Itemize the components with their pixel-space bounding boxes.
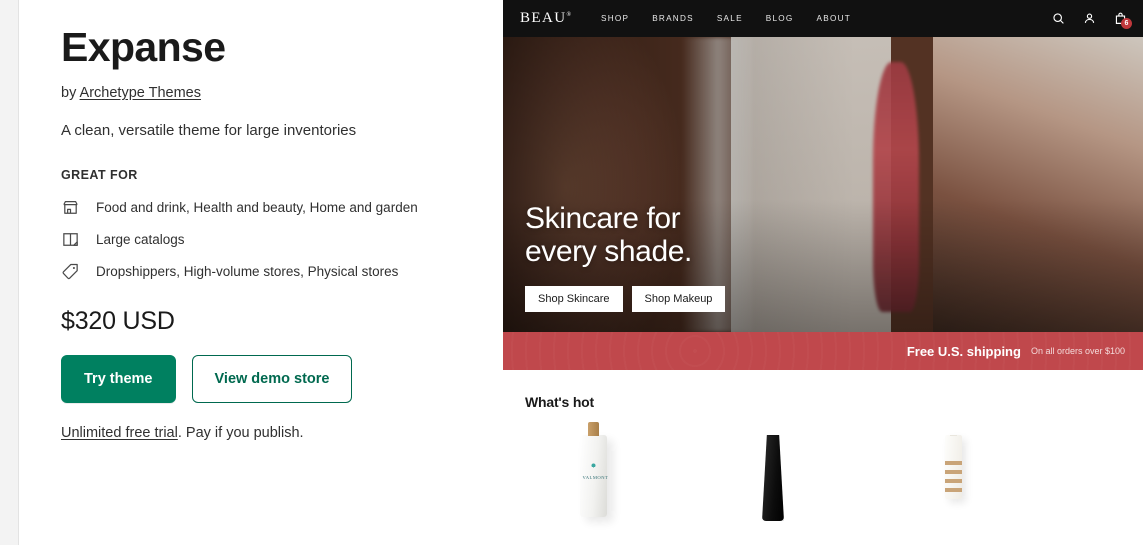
cart-count-badge: 6 [1121, 18, 1132, 29]
page-title: Expanse [61, 24, 226, 70]
hero-button-group: Shop Skincare Shop Makeup [525, 286, 726, 312]
store-hero-image: Skincare for every shade. Shop Skincare … [503, 37, 1143, 332]
shop-makeup-button[interactable]: Shop Makeup [631, 286, 726, 312]
product-brand-label: VALMONT [582, 475, 609, 480]
black-spray-bottle [762, 435, 784, 521]
cta-button-group: Try theme View demo store [61, 355, 461, 404]
whats-hot-title: What's hot [525, 394, 594, 410]
valmont-bottle: VALMONT [579, 422, 609, 517]
product-grid: VALMONT [503, 422, 1143, 521]
shipping-banner-title: Free U.S. shipping [906, 343, 1021, 359]
list-item-label: Large catalogs [96, 232, 185, 248]
tag-icon [61, 262, 80, 281]
theme-byline: by Archetype Themes [61, 85, 461, 101]
trial-note-rest: . Pay if you publish. [177, 425, 304, 442]
try-theme-button[interactable]: Try theme [61, 355, 176, 404]
cart-icon[interactable]: 6 [1114, 12, 1132, 29]
list-item-label: Dropshippers, High-volume stores, Physic… [96, 264, 399, 280]
store-nav-icons: 6 [1052, 12, 1132, 29]
search-icon[interactable] [1052, 12, 1065, 25]
whats-hot-section: What's hot VALMONT [503, 370, 1143, 545]
nav-link-shop[interactable]: SHOP [601, 14, 629, 23]
nav-link-sale[interactable]: SALE [717, 14, 743, 23]
great-for-label: GREAT FOR [61, 168, 138, 183]
striped-sunscreen-bottle [944, 435, 962, 499]
list-item-label: Food and drink, Health and beauty, Home … [96, 200, 418, 216]
list-item: Dropshippers, High-volume stores, Physic… [61, 262, 461, 281]
store-logo[interactable]: BEAU® [520, 10, 571, 27]
store-header: BEAU® SHOP BRANDS SALE BLOG ABOUT 6 [503, 0, 1143, 37]
storefront-icon [61, 198, 80, 217]
feature-list: Food and drink, Health and beauty, Home … [61, 198, 461, 281]
theme-price: $320 USD [61, 307, 175, 336]
hero-heading: Skincare for every shade. [525, 202, 725, 269]
catalog-icon [61, 230, 80, 249]
store-logo-text: BEAU [520, 10, 567, 26]
theme-preview-panel: BEAU® SHOP BRANDS SALE BLOG ABOUT 6 Skin… [503, 0, 1143, 545]
nav-link-brands[interactable]: BRANDS [652, 14, 694, 23]
hero-heading-line1: Skincare for [525, 201, 681, 235]
product-card[interactable]: VALMONT [503, 422, 683, 521]
theme-info-panel: Expanse by Archetype Themes A clean, ver… [18, 0, 503, 545]
shop-skincare-button[interactable]: Shop Skincare [525, 286, 623, 312]
hero-heading-line2: every shade. [525, 235, 692, 269]
store-logo-registered: ® [566, 12, 571, 18]
shipping-banner: Free U.S. shipping On all orders over $1… [503, 332, 1143, 370]
store-nav-links: SHOP BRANDS SALE BLOG ABOUT [601, 14, 851, 23]
product-card[interactable] [863, 425, 1043, 521]
hero-content: Skincare for every shade. Shop Skincare … [525, 202, 726, 312]
account-icon[interactable] [1083, 12, 1096, 25]
nav-link-about[interactable]: ABOUT [817, 14, 851, 23]
byline-prefix: by [61, 85, 80, 102]
nav-link-blog[interactable]: BLOG [766, 14, 794, 23]
unlimited-free-trial-link[interactable]: Unlimited free trial [61, 425, 178, 441]
theme-author-link[interactable]: Archetype Themes [80, 85, 201, 101]
shipping-banner-subtitle: On all orders over $100 [1030, 346, 1125, 356]
trial-note: Unlimited free trial. Pay if you publish… [61, 425, 461, 441]
list-item: Large catalogs [61, 230, 461, 249]
theme-detail-page: Expanse by Archetype Themes A clean, ver… [0, 0, 1143, 545]
product-card[interactable] [683, 425, 863, 521]
theme-tagline: A clean, versatile theme for large inven… [61, 122, 357, 140]
list-item: Food and drink, Health and beauty, Home … [61, 198, 461, 217]
view-demo-store-button[interactable]: View demo store [191, 355, 353, 404]
